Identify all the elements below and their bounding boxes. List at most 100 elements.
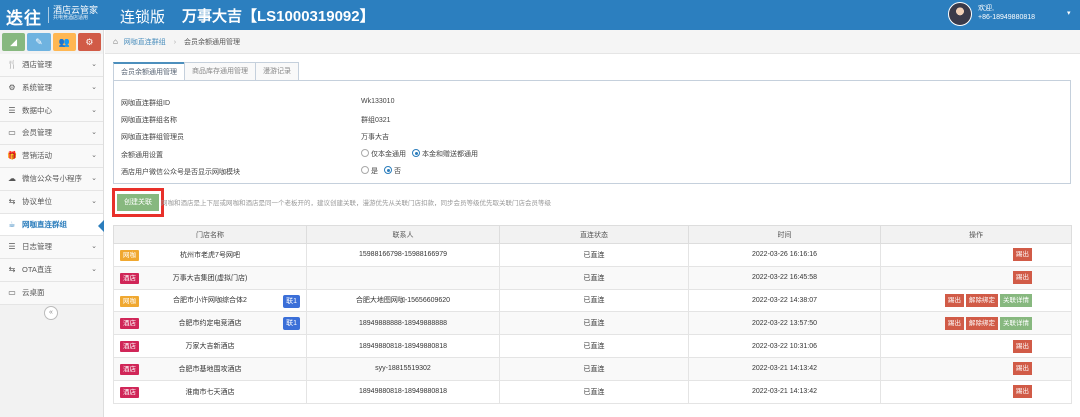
kick-button[interactable]: 踢出 — [1013, 248, 1032, 262]
chevron-down-icon: ⌄ — [91, 174, 97, 182]
balance-setting-label: 余额通用设置 — [121, 152, 163, 159]
caret-down-icon[interactable]: ▾ — [1067, 9, 1071, 17]
association-detail-button[interactable]: 关联详情 — [1000, 316, 1032, 330]
store-type-badge: 酒店 — [120, 341, 139, 353]
action-buttons: 踢出 解除绑定 关联详情 — [882, 293, 1071, 307]
radio-label: 本金和赠送都通用 — [422, 151, 478, 158]
store-cell: 酒店 淮南市七天酒店 — [113, 379, 307, 404]
actions-cell: 踢出 — [880, 379, 1072, 404]
wechat-option-yes[interactable]: 是 — [361, 166, 378, 176]
breadcrumb-separator: › — [173, 39, 177, 46]
breadcrumb-current: 会员余额通用管理 — [184, 39, 241, 46]
home-icon[interactable]: ⌂ — [113, 37, 118, 46]
table-body: 网咖 杭州市老虎7号网吧 15988166798-15988166979 已直连… — [113, 243, 1072, 404]
table-row: 酒店 万家大吉新酒店 18949880818-18949880818 已直连 2… — [113, 334, 1072, 358]
action-buttons: 踢出 — [882, 362, 1071, 376]
sidebar-item-cafe-group[interactable]: ☕ 网咖直连群组 — [0, 213, 104, 237]
time-cell: 2022-03-21 14:13:42 — [688, 379, 881, 404]
users-shortcut-button[interactable]: 👥 — [52, 33, 76, 51]
sidebar-item-log[interactable]: ☰ 日志管理 ⌄ — [0, 236, 103, 260]
group-name-value: 群组0321 — [361, 117, 391, 124]
sidebar-item-member[interactable]: ▭ 会员管理 ⌄ — [0, 122, 103, 146]
logo-subtitle-small: 共电竞酒店适用 — [53, 15, 89, 21]
sidebar-item-wechat[interactable]: ☁ 微信公众号小程序 ⌄ — [0, 167, 103, 191]
kick-button[interactable]: 踢出 — [1013, 362, 1032, 376]
radio-checked[interactable] — [384, 166, 392, 175]
contact-cell: 18949880818-18949880818 — [306, 334, 500, 358]
list-icon: ☰ — [8, 242, 16, 252]
chevron-down-icon: ⌄ — [91, 83, 97, 91]
balance-setting-options: 仅本金通用 本金和赠送都通用 — [361, 149, 478, 159]
gift-icon: 🎁 — [7, 151, 17, 161]
sidebar-item-system[interactable]: ⚙ 系统管理 ⌄ — [0, 76, 103, 100]
sidebar-item-cloud-desktop[interactable]: ▭ 云桌面 — [0, 281, 103, 305]
settings-shortcut-button[interactable]: ⚙ — [77, 33, 101, 51]
admin-label: 网咖直连群组管理员 — [121, 134, 184, 141]
actions-cell: 踢出 — [880, 356, 1072, 381]
store-name: 万事大吉集团(虚拟门店) — [172, 274, 248, 282]
create-association-button[interactable]: 创建关联 — [117, 194, 159, 211]
logo-subtitle-text: 酒店云管家 — [53, 5, 99, 15]
wechat-option-no[interactable]: 否 — [384, 166, 401, 176]
radio-checked[interactable] — [412, 149, 420, 158]
edit-shortcut-button[interactable]: ✎ — [27, 33, 51, 51]
action-buttons: 踢出 — [882, 339, 1071, 353]
logo: 迭往 — [6, 9, 42, 28]
kick-button[interactable]: 踢出 — [1013, 271, 1032, 285]
store-cell: 酒店 合肥市约定电竞酒店 联1 — [113, 311, 307, 336]
radio-unchecked[interactable] — [361, 166, 369, 175]
contact-cell — [306, 265, 500, 290]
admin-value: 万事大吉 — [361, 134, 389, 141]
avatar[interactable] — [948, 2, 972, 26]
actions-cell: 踢出 解除绑定 关联详情 — [880, 311, 1072, 336]
actions-cell: 踢出 — [880, 265, 1072, 290]
sidebar-item-data[interactable]: ☰ 数据中心 ⌄ — [0, 99, 103, 123]
radio-unchecked[interactable] — [361, 149, 369, 158]
unbind-button[interactable]: 解除绑定 — [966, 293, 998, 307]
cutlery-icon: 🍴 — [7, 60, 17, 69]
table-row: 酒店 万事大吉集团(虚拟门店) 已直连 2022-03-22 16:45:58 … — [113, 265, 1072, 290]
sidebar-item-marketing[interactable]: 🎁 营销活动 ⌄ — [0, 145, 103, 168]
tab-roaming[interactable]: 漫游记录 — [255, 62, 299, 81]
tab-balance[interactable]: 会员余额通用管理 — [113, 62, 184, 81]
balance-option-all[interactable]: 本金和赠送都通用 — [412, 149, 478, 159]
sidebar-item-hotel[interactable]: 🍴 酒店管理 ⌄ — [0, 54, 103, 77]
tab-inventory[interactable]: 商品库存通用管理 — [184, 62, 255, 81]
database-icon: ☰ — [8, 105, 16, 115]
sidebar-item-label: 会员管理 — [22, 128, 52, 138]
kick-button[interactable]: 踢出 — [945, 316, 964, 330]
sidebar-item-label: 协议单位 — [22, 196, 52, 206]
status-cell: 已直连 — [499, 334, 689, 358]
sidebar-item-agreement[interactable]: ⇆ 协议单位 ⌄ — [0, 190, 103, 214]
kick-button[interactable]: 踢出 — [1013, 385, 1032, 399]
group-id-value: Wk133010 — [361, 98, 395, 105]
unbind-button[interactable]: 解除绑定 — [966, 316, 998, 330]
chevron-down-icon: ⌄ — [91, 106, 97, 114]
user-menu[interactable]: 欢迎, +86-18949880818 ▾ — [948, 2, 1074, 28]
column-header: 操作 — [880, 225, 1072, 244]
action-buttons: 踢出 解除绑定 关联详情 — [882, 316, 1071, 330]
settings-panel: 网咖直连群组ID Wk133010 网咖直连群组名称 群组0321 网咖直连群组… — [113, 80, 1071, 184]
kick-button[interactable]: 踢出 — [945, 293, 964, 307]
store-name: 淮南市七天酒店 — [185, 388, 235, 396]
store-cell: 酒店 合肥市基地围攻酒店 — [113, 356, 307, 381]
store-name: 合肥市约定电竞酒店 — [178, 320, 242, 328]
time-cell: 2022-03-21 14:13:42 — [688, 356, 881, 381]
kick-button[interactable]: 踢出 — [1013, 339, 1032, 353]
actions-cell: 踢出 — [880, 243, 1072, 267]
collapse-sidebar-icon[interactable]: « — [44, 306, 58, 320]
user-phone: +86-18949880818 — [978, 14, 1036, 21]
association-detail-button[interactable]: 关联详情 — [1000, 293, 1032, 307]
action-buttons: 踢出 — [882, 271, 1071, 285]
sidebar: ◢ ✎ 👥 ⚙ 🍴 酒店管理 ⌄ ⚙ 系统管理 ⌄ ☰ 数据中心 ⌄ ▭ 会员管理 ⌄ 🎁 营销活… — [0, 30, 104, 417]
group-name-label: 网咖直连群组名称 — [121, 117, 177, 124]
contact-cell: 合肥大地图网咖-15656609620 — [306, 288, 500, 313]
balance-option-principal[interactable]: 仅本金通用 — [361, 149, 406, 159]
sidebar-item-ota[interactable]: ⇆ OTA直连 ⌄ — [0, 259, 103, 282]
time-cell: 2022-03-22 10:31:06 — [688, 334, 881, 358]
chart-shortcut-button[interactable]: ◢ — [2, 33, 26, 51]
breadcrumb-link[interactable]: 网咖直连群组 — [124, 39, 166, 46]
edition-label: 连锁版 — [120, 9, 166, 26]
link-badge: 联1 — [283, 317, 300, 331]
user-info[interactable]: 欢迎, +86-18949880818 — [978, 4, 1035, 22]
